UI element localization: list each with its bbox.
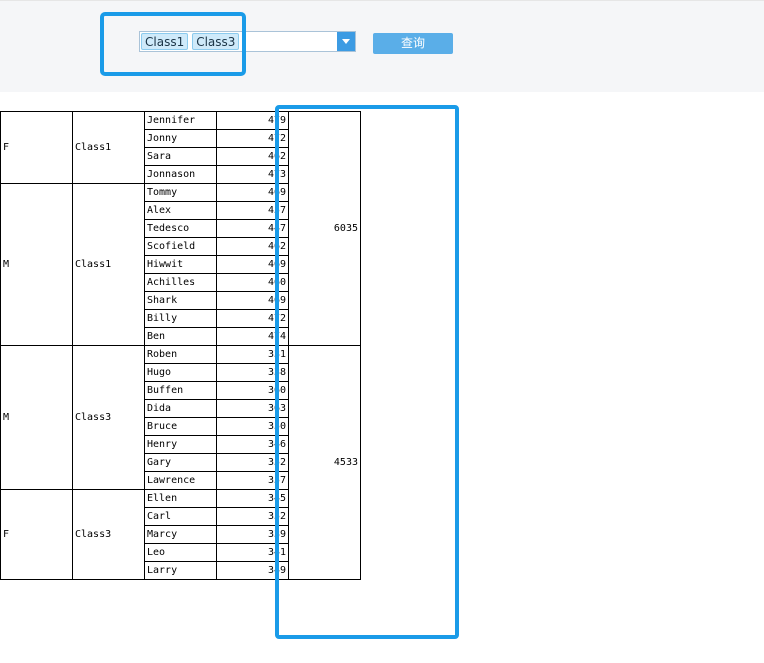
- student-name-cell: Henry: [144, 435, 217, 454]
- student-name-cell: Roben: [144, 345, 217, 364]
- student-name-cell: Jennifer: [144, 111, 217, 130]
- gender-cell: F: [0, 489, 73, 580]
- dropdown-arrow-icon[interactable]: [337, 32, 355, 51]
- student-name-cell: Alex: [144, 201, 217, 220]
- class-cell: Class3: [72, 345, 145, 490]
- student-name-cell: Jonny: [144, 129, 217, 148]
- gender-cell: F: [0, 111, 73, 184]
- student-name-cell: Tommy: [144, 183, 217, 202]
- student-name-cell: Tedesco: [144, 219, 217, 238]
- student-name-cell: Hugo: [144, 363, 217, 382]
- student-name-cell: Hiwwit: [144, 255, 217, 274]
- highlight-box-total-column: [275, 105, 459, 639]
- student-name-cell: Carl: [144, 507, 217, 526]
- student-name-cell: Leo: [144, 543, 217, 562]
- highlight-box-filter: [100, 12, 246, 76]
- student-name-cell: Shark: [144, 291, 217, 310]
- gender-cell: M: [0, 183, 73, 346]
- student-name-cell: Lawrence: [144, 471, 217, 490]
- student-name-cell: Bruce: [144, 417, 217, 436]
- query-button[interactable]: 查询: [373, 33, 453, 54]
- class-cell: Class3: [72, 489, 145, 580]
- student-name-cell: Larry: [144, 561, 217, 580]
- student-name-cell: Achilles: [144, 273, 217, 292]
- student-name-cell: Sara: [144, 147, 217, 166]
- student-name-cell: Jonnason: [144, 165, 217, 184]
- student-name-cell: Billy: [144, 309, 217, 328]
- student-name-cell: Scofield: [144, 237, 217, 256]
- student-name-cell: Ellen: [144, 489, 217, 508]
- class-cell: Class1: [72, 111, 145, 184]
- student-name-cell: Gary: [144, 453, 217, 472]
- student-name-cell: Buffen: [144, 381, 217, 400]
- class-cell: Class1: [72, 183, 145, 346]
- student-name-cell: Ben: [144, 327, 217, 346]
- student-name-cell: Marcy: [144, 525, 217, 544]
- student-name-cell: Dida: [144, 399, 217, 418]
- gender-cell: M: [0, 345, 73, 490]
